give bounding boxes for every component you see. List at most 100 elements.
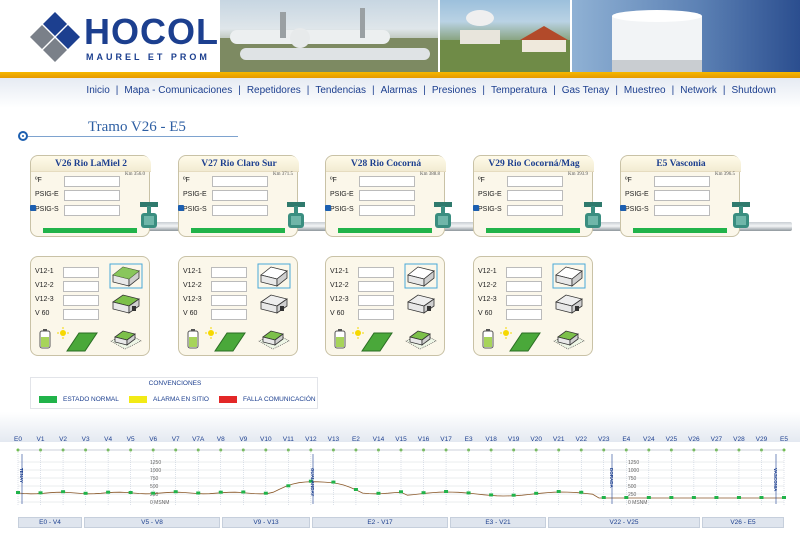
profile-station-label[interactable]: V4 — [104, 436, 112, 443]
solar-panel-icon[interactable] — [65, 331, 99, 353]
station-card-v27[interactable]: V27 Rio Claro Sur Km 371.5 ºF PSIG-E PSI… — [178, 155, 299, 237]
profile-station-label[interactable]: V12 — [305, 436, 317, 443]
nav-gas-tenay[interactable]: Gas Tenay — [556, 85, 616, 96]
section-tab-e0-v4[interactable]: E0 - V4 — [18, 517, 82, 528]
profile-station-label[interactable]: V26 — [688, 436, 700, 443]
nav-alarmas[interactable]: Alarmas — [375, 85, 424, 96]
profile-station-label[interactable]: E5 — [780, 436, 788, 443]
valve-icon[interactable] — [285, 200, 307, 230]
battery-icon[interactable] — [39, 329, 51, 349]
station-card-v28[interactable]: V28 Rio Cocorná Km 388.8 ºF PSIG-E PSIG-… — [325, 155, 446, 237]
shelter-icon[interactable] — [111, 293, 141, 315]
valve-icon[interactable] — [138, 200, 160, 230]
profile-status-dot[interactable] — [83, 491, 88, 495]
profile-station-label[interactable]: V21 — [553, 436, 565, 443]
profile-station-label[interactable]: V24 — [643, 436, 655, 443]
section-tab-v5-v8[interactable]: V5 - V8 — [84, 517, 220, 528]
profile-status-dot[interactable] — [38, 491, 43, 495]
fenced-shelter-icon[interactable] — [257, 327, 291, 351]
profile-status-dot[interactable] — [534, 491, 539, 495]
tag-icon[interactable] — [473, 205, 479, 211]
profile-status-dot[interactable] — [556, 490, 561, 493]
profile-status-dot[interactable] — [173, 490, 178, 494]
profile-status-dot[interactable] — [61, 490, 66, 494]
profile-status-dot[interactable] — [511, 493, 516, 497]
nav-repetidores[interactable]: Repetidores — [241, 85, 307, 96]
profile-status-dot[interactable] — [196, 491, 201, 495]
shelter-highlight-icon[interactable] — [552, 263, 586, 289]
profile-status-dot[interactable] — [16, 491, 20, 494]
profile-status-dot[interactable] — [106, 490, 111, 494]
profile-status-dot[interactable] — [691, 496, 696, 499]
tag-icon[interactable] — [178, 205, 184, 211]
shelter-highlight-icon[interactable] — [257, 263, 291, 289]
shelter-icon[interactable] — [259, 293, 289, 315]
profile-station-label[interactable]: V9 — [239, 436, 247, 443]
profile-station-label[interactable]: V8 — [217, 436, 225, 443]
profile-station-label[interactable]: V17 — [440, 436, 452, 443]
fenced-shelter-icon[interactable] — [404, 327, 438, 351]
valve-icon[interactable] — [730, 200, 752, 230]
profile-station-label[interactable]: V27 — [711, 436, 723, 443]
profile-status-dot[interactable] — [286, 484, 291, 488]
fenced-shelter-icon[interactable] — [552, 327, 586, 351]
profile-status-dot[interactable] — [579, 490, 584, 494]
profile-station-label[interactable]: V20 — [530, 436, 542, 443]
profile-station-label[interactable]: V28 — [733, 436, 745, 443]
section-tab-e2-v17[interactable]: E2 - V17 — [312, 517, 448, 528]
tag-icon[interactable] — [620, 205, 626, 211]
profile-status-dot[interactable] — [263, 491, 268, 495]
profile-status-dot[interactable] — [466, 491, 471, 495]
profile-station-label[interactable]: V25 — [666, 436, 678, 443]
profile-station-label[interactable]: V7 — [172, 436, 180, 443]
profile-station-label[interactable]: V29 — [756, 436, 768, 443]
profile-station-label[interactable]: V2 — [59, 436, 67, 443]
section-tab-v9-v13[interactable]: V9 - V13 — [222, 517, 310, 528]
battery-icon[interactable] — [482, 329, 494, 349]
profile-status-dot[interactable] — [489, 493, 494, 497]
profile-status-dot[interactable] — [669, 496, 674, 499]
valve-icon[interactable] — [582, 200, 604, 230]
shelter-icon[interactable] — [406, 293, 436, 315]
shelter-icon[interactable] — [554, 293, 584, 315]
profile-station-label[interactable]: V10 — [260, 436, 272, 443]
solar-panel-icon[interactable] — [360, 331, 394, 353]
profile-station-label[interactable]: V13 — [328, 436, 340, 443]
profile-station-label[interactable]: V15 — [395, 436, 407, 443]
solar-panel-icon[interactable] — [213, 331, 247, 353]
profile-status-dot[interactable] — [128, 491, 133, 494]
profile-status-dot[interactable] — [736, 496, 741, 499]
solar-panel-icon[interactable] — [508, 331, 542, 353]
profile-status-dot[interactable] — [601, 496, 606, 499]
valve-card-v29[interactable]: V12-1 V12-2 V12-3 V 60 — [473, 256, 593, 356]
profile-station-label[interactable]: V22 — [575, 436, 587, 443]
profile-status-dot[interactable] — [444, 490, 449, 493]
section-tab-v22-v25[interactable]: V22 - V25 — [548, 517, 700, 528]
shelter-highlight-icon[interactable] — [404, 263, 438, 289]
nav-network[interactable]: Network — [674, 85, 723, 96]
valve-icon[interactable] — [432, 200, 454, 230]
nav-inicio[interactable]: Inicio — [80, 85, 115, 96]
valve-card-v27[interactable]: V12-1 V12-2 V12-3 V 60 — [178, 256, 298, 356]
battery-icon[interactable] — [187, 329, 199, 349]
profile-status-dot[interactable] — [218, 490, 223, 494]
profile-status-dot[interactable] — [421, 491, 426, 495]
profile-status-dot[interactable] — [241, 490, 246, 494]
profile-station-label[interactable]: V1 — [37, 436, 45, 443]
profile-station-label[interactable]: E4 — [622, 436, 630, 443]
profile-station-label[interactable]: V16 — [418, 436, 430, 443]
profile-status-dot[interactable] — [353, 488, 358, 491]
nav-muestreo[interactable]: Muestreo — [618, 85, 672, 96]
profile-station-label[interactable]: V23 — [598, 436, 610, 443]
profile-status-dot[interactable] — [376, 491, 381, 495]
profile-status-dot[interactable] — [399, 490, 403, 494]
section-tab-e3-v21[interactable]: E3 - V21 — [450, 517, 546, 528]
nav-shutdown[interactable]: Shutdown — [726, 85, 782, 96]
profile-station-label[interactable]: V6 — [149, 436, 157, 443]
profile-station-label[interactable]: E0 — [14, 436, 22, 443]
profile-station-label[interactable]: V11 — [283, 436, 294, 443]
shelter-highlight-icon[interactable] — [109, 263, 143, 289]
valve-card-v28[interactable]: V12-1 V12-2 V12-3 V 60 — [325, 256, 445, 356]
profile-station-label[interactable]: V14 — [373, 436, 385, 443]
profile-station-label[interactable]: V3 — [82, 436, 90, 443]
